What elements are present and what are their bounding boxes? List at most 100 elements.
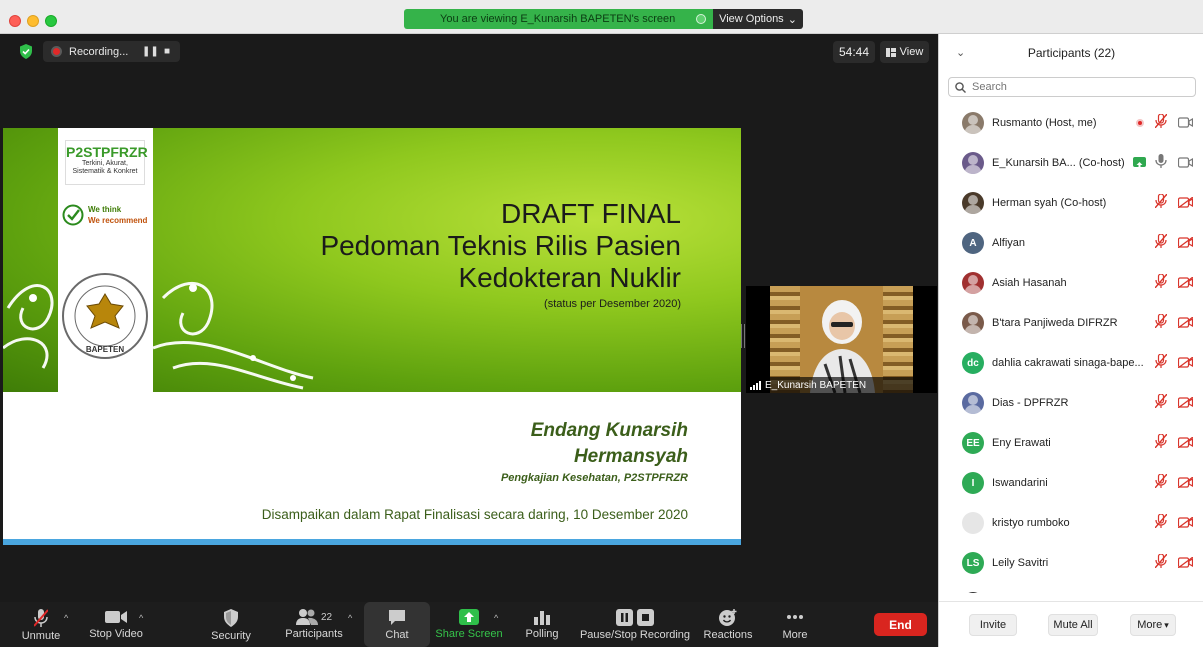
video-off-icon[interactable] <box>1177 195 1194 213</box>
chevron-down-icon: ▾ <box>1164 619 1169 630</box>
participants-panel-footer: Invite Mute All More ▾ <box>939 601 1203 647</box>
participant-row[interactable]: A Alfiyan <box>939 223 1203 263</box>
participant-row[interactable]: LS Leily Savitri <box>939 543 1203 583</box>
muted-microphone-icon[interactable] <box>1154 553 1168 573</box>
participant-video-tile[interactable]: E_Kunarsih BAPETEN <box>746 286 937 393</box>
participant-video-nameplate: E_Kunarsih BAPETEN <box>746 377 937 393</box>
audio-options-chevron-icon[interactable]: ^ <box>64 613 68 623</box>
invite-button[interactable]: Invite <box>969 614 1017 636</box>
video-off-icon[interactable] <box>1177 235 1194 253</box>
split-resize-handle[interactable] <box>741 324 745 348</box>
view-label: View <box>899 46 924 58</box>
logo-title: P2STPFRZR <box>66 144 148 160</box>
muted-microphone-icon[interactable] <box>1154 233 1168 253</box>
view-options-button[interactable]: View Options ⌄ <box>713 9 803 29</box>
recording-dot-icon <box>1136 119 1144 127</box>
participants-icon <box>295 609 318 625</box>
participant-search-box[interactable] <box>948 77 1196 97</box>
mute-all-button[interactable]: Mute All <box>1048 614 1098 636</box>
video-camera-icon[interactable] <box>1177 115 1194 133</box>
security-button[interactable]: Security <box>208 602 254 647</box>
participant-row[interactable]: Muttaqin Margo Nin... <box>939 583 1203 593</box>
floral-ornament <box>3 281 314 390</box>
seal-label: BAPETEN <box>86 345 124 354</box>
stop-recording-icon[interactable]: ■ <box>164 46 170 57</box>
participant-row[interactable]: I Iswandarini <box>939 463 1203 503</box>
participant-row[interactable]: Dias - DPFRZR <box>939 383 1203 423</box>
participant-name: kristyo rumboko <box>992 517 1070 529</box>
video-off-icon[interactable] <box>1177 515 1194 533</box>
participants-options-chevron-icon[interactable]: ^ <box>348 613 352 623</box>
participants-count-badge: 22 <box>320 612 333 623</box>
muted-microphone-icon[interactable] <box>1154 513 1168 533</box>
stop-video-label: Stop Video <box>89 628 143 640</box>
participants-button[interactable]: 22 Participants <box>283 602 345 647</box>
shield-icon <box>224 609 238 627</box>
share-screen-button[interactable]: Share Screen <box>435 602 503 647</box>
panel-more-button[interactable]: More ▾ <box>1130 614 1176 636</box>
video-camera-icon[interactable] <box>1177 155 1194 173</box>
participant-avatar <box>962 192 984 214</box>
chat-button[interactable]: Chat <box>364 602 430 647</box>
close-window-button[interactable] <box>9 15 21 27</box>
participant-avatar <box>962 312 984 334</box>
muted-microphone-icon[interactable] <box>1154 113 1168 133</box>
participant-row[interactable]: Asiah Hasanah <box>939 263 1203 303</box>
end-meeting-button[interactable]: End <box>874 613 927 636</box>
slide-status: (status per Desember 2020) <box>544 298 681 310</box>
video-off-icon[interactable] <box>1177 315 1194 333</box>
muted-microphone-icon[interactable] <box>1154 273 1168 293</box>
maximize-window-button[interactable] <box>45 15 57 27</box>
participant-row[interactable]: B'tara Panjiweda DIFRZR <box>939 303 1203 343</box>
search-icon <box>955 81 966 93</box>
unmute-button[interactable]: Unmute <box>19 602 63 647</box>
reactions-button[interactable]: Reactions <box>702 602 754 647</box>
author-name-2: Hermansyah <box>573 446 688 467</box>
video-off-icon[interactable] <box>1177 275 1194 293</box>
participant-avatar <box>962 592 984 593</box>
video-off-icon[interactable] <box>1177 435 1194 453</box>
video-off-icon[interactable] <box>1177 355 1194 373</box>
mute-all-label: Mute All <box>1053 619 1093 631</box>
polling-button[interactable]: Polling <box>521 602 563 647</box>
participant-avatar <box>962 512 984 534</box>
muted-microphone-icon[interactable] <box>1154 473 1168 493</box>
pause-stop-recording-button[interactable]: Pause/Stop Recording <box>580 602 690 647</box>
participant-row[interactable]: Rusmanto (Host, me) <box>939 103 1203 143</box>
muted-microphone-icon[interactable] <box>1154 433 1168 453</box>
participant-avatar: LS <box>962 552 984 574</box>
participant-search-input[interactable] <box>972 81 1172 93</box>
video-off-icon[interactable] <box>1177 555 1194 573</box>
participant-row[interactable]: E_Kunarsih BA... (Co-host) <box>939 143 1203 183</box>
logo-subtitle-1: Terkini, Akurat, <box>82 160 128 167</box>
participant-row[interactable]: kristyo rumboko <box>939 503 1203 543</box>
participant-row[interactable]: EE Eny Erawati <box>939 423 1203 463</box>
muted-microphone-icon[interactable] <box>1154 393 1168 413</box>
security-shield-icon[interactable] <box>19 44 33 59</box>
video-off-icon[interactable] <box>1177 475 1194 493</box>
signal-strength-icon <box>750 380 761 390</box>
video-options-chevron-icon[interactable]: ^ <box>139 613 143 623</box>
author-name-1: Endang Kunarsih <box>530 420 688 441</box>
video-off-icon[interactable] <box>1177 395 1194 413</box>
muted-microphone-icon[interactable] <box>1154 313 1168 333</box>
unmute-label: Unmute <box>21 630 61 642</box>
share-screen-label: Share Screen <box>435 628 503 640</box>
participant-row[interactable]: dc dahlia cakrawati sinaga-bape... <box>939 343 1203 383</box>
participant-row[interactable]: Herman syah (Co-host) <box>939 183 1203 223</box>
more-button[interactable]: More <box>778 602 812 647</box>
view-button[interactable]: View <box>880 41 929 63</box>
muted-microphone-icon[interactable] <box>1154 353 1168 373</box>
share-screen-icon <box>459 609 479 625</box>
minimize-window-button[interactable] <box>27 15 39 27</box>
video-camera-icon <box>105 611 127 623</box>
stop-video-button[interactable]: Stop Video <box>86 602 146 647</box>
presentation-note: Disampaikan dalam Rapat Finalisasi secar… <box>261 507 688 522</box>
microphone-icon[interactable] <box>1155 154 1167 173</box>
participant-avatar <box>962 112 984 134</box>
pause-recording-icon[interactable]: ❚❚ <box>142 46 159 57</box>
participants-label: Participants <box>285 628 343 640</box>
muted-microphone-icon[interactable] <box>1154 193 1168 213</box>
share-options-chevron-icon[interactable]: ^ <box>494 613 498 623</box>
chat-label: Chat <box>385 629 409 641</box>
